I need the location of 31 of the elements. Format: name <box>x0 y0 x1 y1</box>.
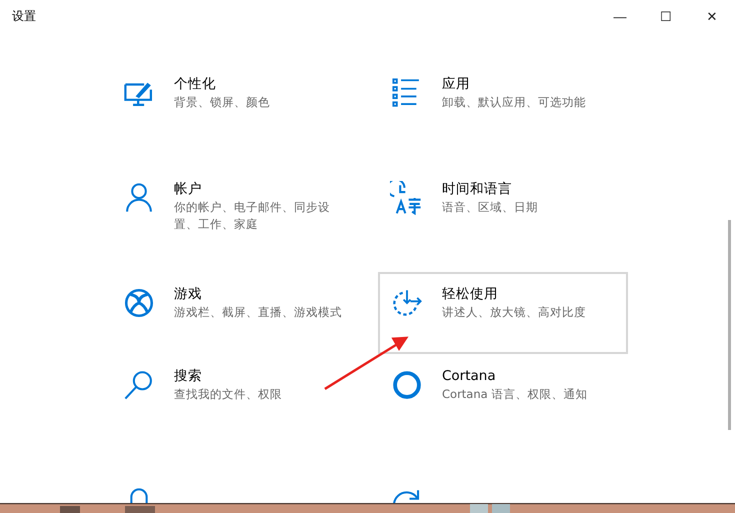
close-button[interactable]: ✕ <box>689 0 735 32</box>
tile-title: 帐户 <box>174 180 203 199</box>
tile-description: 卸载、默认应用、可选功能 <box>442 94 586 111</box>
xbox-icon <box>122 286 156 320</box>
tile-description: 语音、区域、日期 <box>442 199 538 216</box>
settings-tile[interactable]: 应用 卸载、默认应用、可选功能 <box>378 62 628 167</box>
settings-tile[interactable]: Cortana Cortana 语言、权限、通知 <box>378 354 628 472</box>
tile-description: 查找我的文件、权限 <box>174 386 282 403</box>
tile-description: 背景、锁屏、颜色 <box>174 94 270 111</box>
tile-title: 搜索 <box>174 367 203 386</box>
tile-description: 讲述人、放大镜、高对比度 <box>442 304 586 321</box>
settings-tile[interactable]: 帐户 你的帐户、电子邮件、同步设置、工作、家庭 <box>110 167 360 272</box>
scrollbar-thumb[interactable] <box>728 220 731 430</box>
settings-tile[interactable]: 搜索 查找我的文件、权限 <box>110 354 360 472</box>
tile-description: Cortana 语言、权限、通知 <box>442 386 588 403</box>
tile-description: 你的帐户、电子邮件、同步设置、工作、家庭 <box>174 199 331 233</box>
tile-title: 个性化 <box>174 75 217 94</box>
minimize-button[interactable]: — <box>597 0 643 32</box>
maximize-button[interactable]: ☐ <box>643 0 689 32</box>
tile-title: 轻松使用 <box>442 285 499 304</box>
settings-tile[interactable]: 时间和语言 语音、区域、日期 <box>378 167 628 272</box>
tile-title: Cortana <box>442 367 497 386</box>
ring-icon <box>390 368 424 402</box>
window-title: 设置 <box>12 8 36 24</box>
settings-tile[interactable]: 轻松使用 讲述人、放大镜、高对比度 <box>378 272 628 354</box>
settings-tile[interactable]: 个性化 背景、锁屏、颜色 <box>110 62 360 167</box>
tile-description: 游戏栏、截屏、直播、游戏模式 <box>174 304 342 321</box>
tile-title: 时间和语言 <box>442 180 513 199</box>
tile-title: 应用 <box>442 75 471 94</box>
tile-title: 游戏 <box>174 285 203 304</box>
settings-tile[interactable]: 游戏 游戏栏、截屏、直播、游戏模式 <box>110 272 360 354</box>
